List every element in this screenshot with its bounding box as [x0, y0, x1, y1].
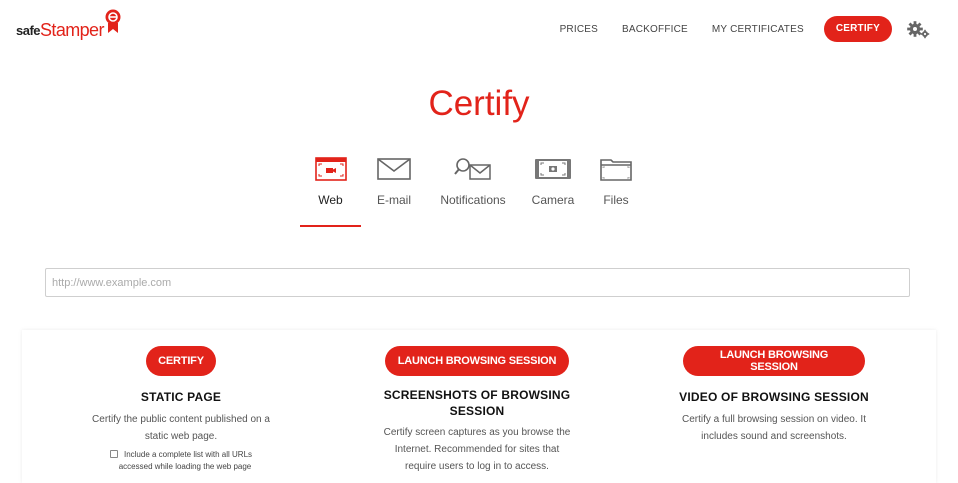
description-line: Internet. Recommended for sites that — [394, 444, 560, 455]
tab-camera[interactable]: Camera — [519, 155, 587, 207]
logo-stamper-text: Stamper — [40, 20, 104, 40]
description-line: static web page. — [144, 431, 218, 442]
nav-backoffice[interactable]: BACKOFFICE — [622, 24, 688, 35]
nav-prices[interactable]: PRICES — [560, 24, 598, 35]
logo-safe-text: safe — [16, 23, 41, 38]
active-tab-indicator — [300, 225, 361, 227]
tab-notifications-label: Notifications — [440, 193, 506, 207]
certify-type-tabs: Web E-mail Notifications Camera Files — [300, 155, 645, 227]
launch-screenshots-session-button[interactable]: LAUNCH BROWSING SESSION — [385, 346, 569, 376]
tab-files[interactable]: Files — [587, 155, 645, 207]
top-header: safe Stamper PRICES BACKOFFICE MY CERTIF… — [0, 0, 958, 58]
certification-options-panel: CERTIFY STATIC PAGE Certify the public c… — [22, 330, 936, 483]
description-line: require users to log in to access. — [405, 461, 549, 472]
certify-static-button[interactable]: CERTIFY — [146, 346, 216, 376]
camera-icon — [535, 159, 571, 179]
option-description: Certify the public content published on … — [92, 411, 270, 445]
include-urls-checkbox[interactable] — [109, 450, 118, 458]
launch-video-session-button[interactable]: LAUNCH BROWSING SESSION — [683, 346, 865, 376]
folder-icon — [600, 159, 632, 181]
option-screenshots-session: LAUNCH BROWSING SESSION SCREENSHOTS OF B… — [370, 346, 584, 475]
url-input[interactable] — [45, 268, 910, 297]
option-title: SCREENSHOTS OF BROWSING SESSION — [384, 387, 571, 419]
search-envelope-icon — [454, 158, 491, 180]
description-line: includes sound and screenshots. — [701, 431, 847, 442]
browser-icon — [314, 157, 347, 181]
tab-web-label: Web — [318, 193, 343, 207]
tab-camera-label: Camera — [531, 193, 575, 207]
gear-icon[interactable] — [906, 20, 930, 40]
description-line: Certify a full browsing session on video… — [682, 414, 866, 425]
nav-certify-button[interactable]: CERTIFY — [823, 16, 892, 42]
tab-email-label: E-mail — [376, 193, 411, 207]
nav-my-certificates[interactable]: MY CERTIFICATES — [712, 24, 804, 35]
tab-files-label: Files — [603, 193, 629, 207]
tab-notifications[interactable]: Notifications — [427, 155, 519, 207]
option-video-session: LAUNCH BROWSING SESSION VIDEO OF BROWSIN… — [667, 346, 881, 445]
envelope-icon — [377, 158, 411, 180]
checkbox-label-line: Include a complete list with all URLs — [123, 450, 253, 459]
include-urls-checkbox-row[interactable]: Include a complete list with all URLs ac… — [109, 449, 253, 473]
title-line: SESSION — [449, 404, 505, 418]
url-input-wrapper — [45, 268, 910, 297]
option-description: Certify a full browsing session on video… — [682, 411, 866, 445]
option-static-page: CERTIFY STATIC PAGE Certify the public c… — [79, 346, 283, 473]
tab-web[interactable]: Web — [300, 155, 361, 207]
description-line: Certify the public content published on … — [92, 414, 270, 425]
title-line: SCREENSHOTS OF BROWSING — [383, 388, 571, 402]
include-urls-label: Include a complete list with all URLs ac… — [119, 449, 253, 473]
checkbox-label-line: accessed while loading the web page — [118, 462, 252, 471]
description-line: Certify screen captures as you browse th… — [383, 427, 571, 438]
page-title: Certify — [428, 84, 530, 123]
option-description: Certify screen captures as you browse th… — [384, 424, 571, 475]
main-nav: PRICES BACKOFFICE MY CERTIFICATES CERTIF… — [536, 16, 930, 42]
option-title: VIDEO OF BROWSING SESSION — [679, 390, 869, 404]
stamp-badge-icon — [105, 9, 121, 33]
logo[interactable]: safe Stamper — [16, 9, 122, 41]
option-title: STATIC PAGE — [140, 390, 222, 404]
tab-email[interactable]: E-mail — [361, 155, 427, 207]
